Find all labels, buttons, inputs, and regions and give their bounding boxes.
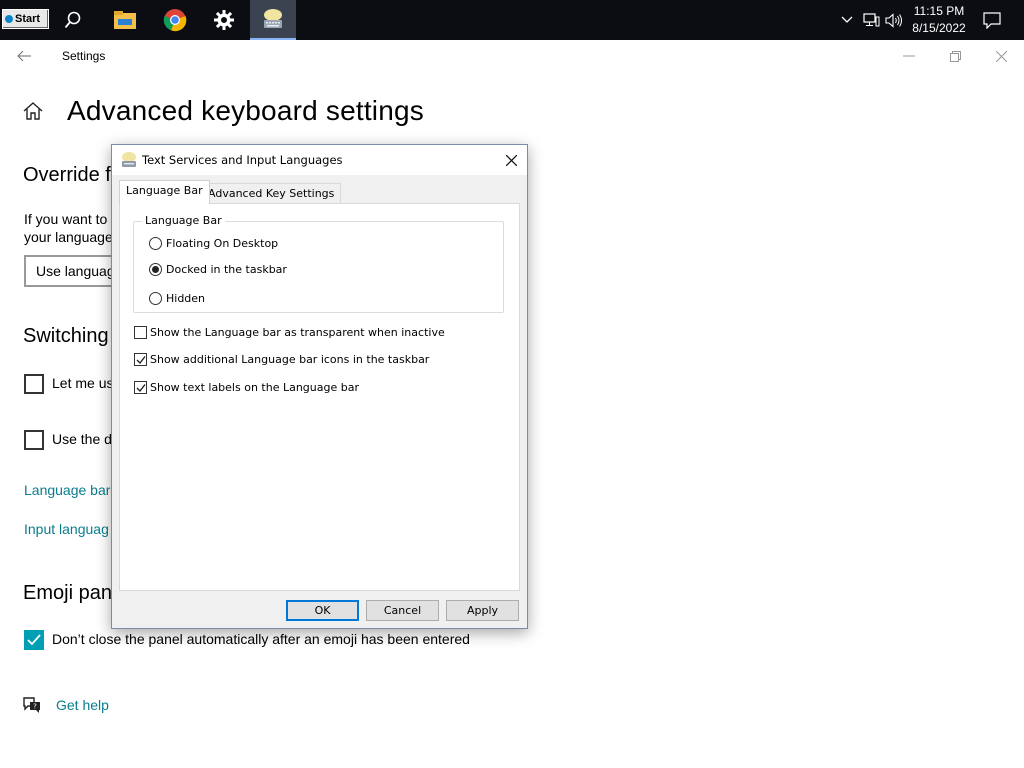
groupbox-label: Language Bar <box>142 214 225 227</box>
checkmark-icon <box>136 383 146 392</box>
get-help-icon: ? <box>22 696 42 719</box>
notification-center-icon[interactable] <box>980 0 1004 40</box>
checkbox-text-labels[interactable] <box>134 381 147 394</box>
search-icon[interactable] <box>50 0 96 40</box>
tab-language-bar[interactable]: Language Bar <box>119 180 210 204</box>
checkbox-text-labels-label: Show text labels on the Language bar <box>150 381 359 394</box>
restore-icon[interactable] <box>945 46 965 66</box>
minimize-icon[interactable] <box>899 46 919 66</box>
chrome-icon[interactable] <box>152 0 198 40</box>
checkbox-transparent-label: Show the Language bar as transparent whe… <box>150 326 445 339</box>
tab-advanced-key-settings[interactable]: Advanced Key Settings <box>201 183 342 205</box>
settings-gear-icon[interactable] <box>201 0 247 40</box>
radio-hidden[interactable] <box>149 292 162 305</box>
ok-button[interactable]: OK <box>286 600 359 621</box>
dialog-titlebar: Text Services and Input Languages <box>112 145 527 175</box>
file-explorer-icon[interactable] <box>102 0 148 40</box>
checkbox-transparent-when-inactive[interactable] <box>134 326 147 339</box>
keyboard-app-icon <box>120 151 138 172</box>
svg-text:?: ? <box>33 703 37 711</box>
start-label: Start <box>15 13 41 25</box>
radio-docked-label: Docked in the taskbar <box>166 263 287 276</box>
settings-titlebar: Settings <box>0 40 1024 72</box>
switching-checkbox-2[interactable] <box>24 430 44 450</box>
cancel-button[interactable]: Cancel <box>366 600 439 621</box>
start-flag-icon <box>5 15 13 23</box>
network-icon[interactable] <box>861 0 881 40</box>
taskbar-clock[interactable]: 11:15 PM 8/15/2022 <box>905 3 973 37</box>
override-text-line2: your language <box>24 229 113 245</box>
language-bar-groupbox: Language Bar Floating On Desktop Docked … <box>133 214 504 313</box>
switching-heading: Switching <box>23 325 109 347</box>
checkmark-icon <box>136 355 146 364</box>
dialog-close-icon[interactable] <box>501 150 521 170</box>
chevron-up-icon[interactable] <box>838 0 856 40</box>
radio-floating-label: Floating On Desktop <box>166 237 279 250</box>
radio-floating-on-desktop[interactable] <box>149 237 162 250</box>
window-title: Settings <box>62 49 106 63</box>
checkbox-additional-icons-label: Show additional Language bar icons in th… <box>150 353 430 366</box>
get-help-link[interactable]: Get help <box>56 697 109 713</box>
emoji-checkbox[interactable] <box>24 630 44 650</box>
clock-time: 11:15 PM <box>913 4 965 18</box>
clock-date: 8/15/2022 <box>912 21 966 35</box>
radio-hidden-label: Hidden <box>166 292 206 305</box>
radio-docked-in-taskbar[interactable] <box>149 263 162 276</box>
switching-checkbox-1[interactable] <box>24 374 44 394</box>
volume-icon[interactable] <box>884 0 904 40</box>
input-language-hotkeys-link[interactable]: Input languag <box>24 521 109 537</box>
switching-checkbox-1-label: Let me us <box>52 375 114 391</box>
override-heading: Override f <box>23 164 111 186</box>
emoji-checkbox-label: Don’t close the panel automatically afte… <box>52 631 470 647</box>
text-services-dialog: Text Services and Input Languages Langua… <box>111 144 528 629</box>
back-arrow-icon[interactable] <box>16 48 32 64</box>
language-bar-tab-panel: Language Bar Floating On Desktop Docked … <box>119 203 520 591</box>
emoji-heading: Emoji pan <box>23 582 112 604</box>
page-title: Advanced keyboard settings <box>67 95 424 126</box>
apply-button[interactable]: Apply <box>446 600 519 621</box>
checkmark-icon <box>27 634 41 646</box>
dialog-title: Text Services and Input Languages <box>142 153 343 167</box>
home-icon[interactable] <box>22 100 44 127</box>
language-bar-app-icon[interactable] <box>250 0 296 40</box>
override-text-line1: If you want to <box>24 211 108 227</box>
start-button[interactable]: Start <box>2 9 49 29</box>
checkbox-additional-icons[interactable] <box>134 353 147 366</box>
language-bar-options-link[interactable]: Language bar <box>24 482 110 498</box>
switching-checkbox-2-label: Use the d <box>52 431 112 447</box>
taskbar: Start 11:15 PM 8/15/2022 <box>0 0 1024 40</box>
close-icon[interactable] <box>991 46 1011 66</box>
